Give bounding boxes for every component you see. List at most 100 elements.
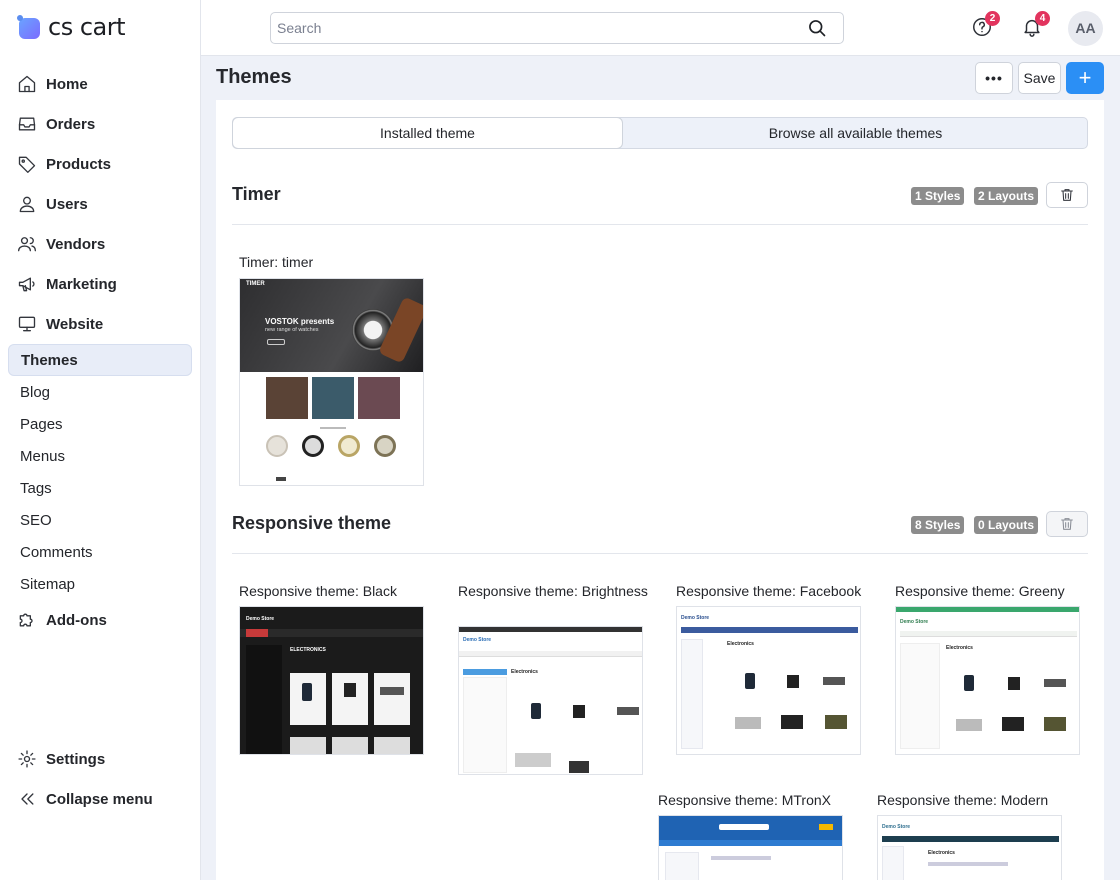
sidebar-item-label: Tags	[20, 479, 52, 497]
sidebar-item-menus[interactable]: Menus	[8, 440, 192, 472]
sidebar-item-label: Home	[46, 75, 88, 93]
home-icon	[16, 73, 38, 95]
demo-store-logo: Demo Store	[463, 637, 492, 643]
style-thumbnail-facebook[interactable]: Demo Store Electronics	[676, 606, 861, 755]
page-title: Themes	[216, 66, 292, 88]
notifications-button[interactable]: 4	[1021, 11, 1050, 38]
electronics-heading: ELECTRONICS	[290, 647, 326, 653]
search-input[interactable]: Search	[270, 12, 844, 44]
electronics-heading: Electronics	[727, 641, 754, 647]
logo[interactable]: cs cart	[17, 12, 126, 42]
logo-icon	[17, 14, 42, 40]
style-label: Responsive theme: Greeny	[895, 583, 1065, 599]
sidebar-item-sitemap[interactable]: Sitemap	[8, 568, 192, 600]
demo-store-logo: Demo Store	[900, 619, 929, 625]
sidebar-item-themes[interactable]: Themes	[8, 344, 192, 376]
add-button[interactable]: +	[1066, 62, 1104, 94]
timer-hero: VOSTOK presents	[265, 317, 335, 326]
users-icon	[16, 233, 38, 255]
puzzle-icon	[16, 609, 38, 631]
tag-icon	[16, 153, 38, 175]
timer-hero-sub: new range of watches	[265, 327, 319, 333]
electronics-heading: Electronics	[511, 669, 538, 675]
sidebar-item-label: Menus	[20, 447, 66, 465]
sidebar-item-settings[interactable]: Settings	[8, 743, 192, 775]
monitor-icon	[16, 313, 38, 335]
sidebar-item-home[interactable]: Home	[8, 68, 192, 100]
sidebar-item-orders[interactable]: Orders	[8, 108, 192, 140]
user-icon	[16, 193, 38, 215]
sidebar-item-website[interactable]: Website	[8, 308, 192, 340]
sidebar-item-label: Settings	[46, 750, 106, 768]
sidebar-item-label: Comments	[20, 543, 93, 561]
sidebar-item-marketing[interactable]: Marketing	[8, 268, 192, 300]
style-thumbnail-timer[interactable]: TIMER VOSTOK presents new range of watch…	[239, 278, 424, 486]
styles-badge: 1 Styles	[911, 187, 965, 205]
sidebar-item-label: Orders	[46, 115, 96, 133]
style-label: Responsive theme: Brightness	[458, 583, 648, 599]
theme-tabs: Installed theme Browse all available the…	[232, 117, 1088, 149]
demo-store-logo: Demo Store	[246, 616, 275, 622]
sidebar-item-addons[interactable]: Add-ons	[8, 604, 192, 636]
style-label: Responsive theme: Modern	[877, 792, 1049, 808]
sidebar-item-label: Users	[46, 195, 88, 213]
content-panel: Installed theme Browse all available the…	[216, 100, 1104, 880]
collapse-menu-button[interactable]: Collapse menu	[8, 783, 192, 815]
style-thumbnail-black[interactable]: Demo Store ELECTRONICS	[239, 606, 424, 755]
search-placeholder: Search	[277, 20, 322, 36]
delete-theme-button[interactable]	[1046, 182, 1088, 208]
avatar[interactable]: AA	[1068, 11, 1103, 46]
sidebar-item-users[interactable]: Users	[8, 188, 192, 220]
style-label: Timer: timer	[239, 254, 314, 270]
sidebar-item-label: Blog	[20, 383, 51, 401]
tab-installed-theme[interactable]: Installed theme	[233, 118, 622, 148]
sidebar-item-comments[interactable]: Comments	[8, 536, 192, 568]
sidebar-item-label: Add-ons	[46, 611, 107, 629]
electronics-heading: Electronics	[946, 645, 973, 651]
style-thumbnail-modern[interactable]: Demo Store Electronics	[877, 815, 1062, 880]
style-label: Responsive theme: Facebook	[676, 583, 862, 599]
sidebar-item-pages[interactable]: Pages	[8, 408, 192, 440]
style-thumbnail-brightness[interactable]: Demo Store Electronics	[458, 626, 643, 775]
theme-title-responsive: Responsive theme	[232, 513, 392, 533]
save-button[interactable]: Save	[1018, 62, 1061, 94]
trash-icon	[1061, 518, 1073, 530]
notifications-badge: 4	[1035, 11, 1050, 26]
inbox-icon	[16, 113, 38, 135]
double-chevron-left-icon	[16, 788, 38, 810]
timer-brand: TIMER	[246, 281, 265, 287]
help-badge: 2	[985, 11, 1000, 26]
styles-badge: 8 Styles	[911, 516, 965, 534]
sidebar-item-vendors[interactable]: Vendors	[8, 228, 192, 260]
sidebar-item-label: Marketing	[46, 275, 117, 293]
style-label: Responsive theme: MTronX	[658, 792, 831, 808]
sidebar: cs cart Home Orders Products Users Vendo…	[0, 0, 201, 880]
tab-browse-themes[interactable]: Browse all available themes	[622, 118, 1089, 148]
sidebar-item-seo[interactable]: SEO	[8, 504, 192, 536]
layouts-badge: 2 Layouts	[974, 187, 1039, 205]
sidebar-item-label: SEO	[20, 511, 52, 529]
sidebar-item-label: Themes	[21, 351, 78, 369]
style-thumbnail-greeny[interactable]: Demo Store Electronics	[895, 606, 1080, 755]
logo-text: cs cart	[48, 13, 126, 41]
style-thumbnail-mtronx[interactable]	[658, 815, 843, 880]
more-actions-button[interactable]: •••	[975, 62, 1013, 94]
sidebar-item-blog[interactable]: Blog	[8, 376, 192, 408]
sidebar-item-label: Collapse menu	[46, 790, 153, 808]
layouts-badge: 0 Layouts	[974, 516, 1039, 534]
sidebar-item-tags[interactable]: Tags	[8, 472, 192, 504]
sidebar-item-label: Products	[46, 155, 112, 173]
divider	[232, 553, 1088, 554]
topbar: Search 2 4 AA	[201, 0, 1120, 56]
help-button[interactable]: 2	[971, 11, 1000, 38]
megaphone-icon	[16, 273, 38, 295]
delete-theme-button[interactable]	[1046, 511, 1088, 537]
sidebar-item-label: Website	[46, 315, 104, 333]
sidebar-item-label: Pages	[20, 415, 63, 433]
electronics-heading: Electronics	[928, 850, 955, 856]
sidebar-item-label: Sitemap	[20, 575, 76, 593]
demo-store-logo: Demo Store	[882, 824, 911, 830]
search-icon[interactable]	[807, 18, 827, 38]
sidebar-item-products[interactable]: Products	[8, 148, 192, 180]
trash-icon	[1061, 189, 1073, 201]
